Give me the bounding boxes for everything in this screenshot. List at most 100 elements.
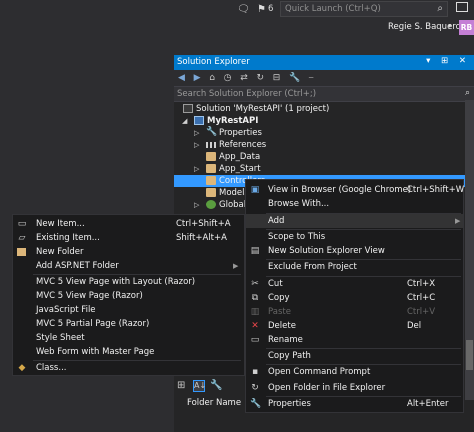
delete-icon: ✕ xyxy=(251,321,259,331)
back-arrow-icon[interactable]: ◀ xyxy=(178,72,185,84)
properties-wrench-icon[interactable]: 🔧 xyxy=(289,72,300,84)
new-view-icon: ▤ xyxy=(250,246,260,256)
wrench-icon: 🔧 xyxy=(206,127,218,137)
collapsed-arrow-icon[interactable]: ▷ xyxy=(194,139,199,151)
submenu-arrow-icon: ▶ xyxy=(233,262,239,270)
menu-item-browse-with[interactable]: Browse With... xyxy=(246,197,463,211)
menu-item-label: Copy Path xyxy=(268,351,311,361)
history-icon[interactable]: ◷ xyxy=(224,72,232,84)
menu-item-new-solution-explorer-view[interactable]: ▤ New Solution Explorer View xyxy=(246,244,463,258)
menu-item-label: Open Command Prompt xyxy=(268,367,371,377)
menu-item-cut[interactable]: ✂ Cut Ctrl+X xyxy=(246,277,463,291)
menu-item-javascript-file[interactable]: JavaScript File xyxy=(13,303,244,317)
menu-item-rename[interactable]: ▭ Rename xyxy=(246,333,463,347)
menu-item-view-in-browser[interactable]: ▣ View in Browser (Google Chrome) Ctrl+S… xyxy=(246,183,464,197)
tree-item[interactable]: App_Data xyxy=(174,151,474,163)
menu-item-properties[interactable]: 🔧 Properties Alt+Enter xyxy=(246,397,463,411)
menu-item-add[interactable]: Add ▶ xyxy=(246,214,463,228)
refresh-icon[interactable]: ↻ xyxy=(256,72,264,84)
properties-toolbar: ⊞ A↓ 🔧 xyxy=(175,378,235,394)
menu-item-label: Browse With... xyxy=(268,199,330,209)
menu-item-label: JavaScript File xyxy=(36,305,96,315)
menu-item-delete[interactable]: ✕ Delete Del xyxy=(246,319,463,333)
menu-item-shortcut: Ctrl+Shift+A xyxy=(176,219,231,229)
menu-item-mvc5-view-page[interactable]: MVC 5 View Page (Razor) xyxy=(13,289,244,303)
search-icon: ⌕ xyxy=(437,3,443,14)
tree-item[interactable]: Models xyxy=(174,187,249,199)
property-name-label: Folder Name xyxy=(187,398,242,408)
folder-icon xyxy=(206,176,216,185)
tree-item[interactable]: ▷ Global. xyxy=(174,199,249,211)
menu-item-mvc5-view-page-with-layout[interactable]: MVC 5 View Page with Layout (Razor) xyxy=(13,275,244,289)
menu-item-existing-item[interactable]: ▱ Existing Item... Shift+Alt+A xyxy=(13,231,244,245)
menu-item-mvc5-partial-page[interactable]: MVC 5 Partial Page (Razor) xyxy=(13,317,244,331)
existing-item-icon: ▱ xyxy=(18,233,26,243)
tree-item[interactable]: ▷ References xyxy=(174,139,474,151)
copy-icon: ⧉ xyxy=(251,293,259,303)
search-solution-explorer-input[interactable]: Search Solution Explorer (Ctrl+;) ⌕ xyxy=(174,86,474,102)
menu-item-label: Existing Item... xyxy=(36,233,100,243)
vertical-scrollbar[interactable] xyxy=(465,100,474,400)
menu-item-label: Add ASP.NET Folder xyxy=(36,261,119,271)
tree-item[interactable]: ▷ 🔧 Properties xyxy=(174,127,474,139)
collapsed-arrow-icon[interactable]: ▷ xyxy=(194,199,199,211)
menu-item-shortcut: Ctrl+C xyxy=(407,293,436,303)
scrollbar-thumb[interactable] xyxy=(466,340,473,370)
tree-item-label: App_Start xyxy=(219,164,261,174)
search-icon: ⌕ xyxy=(464,88,470,98)
tree-item-label: Solution 'MyRestAPI' (1 project) xyxy=(196,104,330,114)
global-asax-icon xyxy=(206,200,216,209)
speech-bubble-icon[interactable]: 🗨 xyxy=(237,4,250,16)
menu-item-class[interactable]: ◆ Class... xyxy=(13,361,244,375)
menu-item-scope-to-this[interactable]: Scope to This xyxy=(246,230,463,244)
alphabetical-icon[interactable]: A↓ xyxy=(193,380,206,392)
collapsed-arrow-icon[interactable]: ▷ xyxy=(194,127,199,139)
collapse-all-icon[interactable]: ⊟ xyxy=(273,72,281,84)
categorized-icon[interactable]: ⊞ xyxy=(177,380,185,391)
panel-title: Solution Explorer xyxy=(177,57,250,67)
tree-item-label: Properties xyxy=(219,128,262,138)
new-item-icon: ▭ xyxy=(17,219,27,229)
tree-item[interactable]: Solution 'MyRestAPI' (1 project) xyxy=(174,103,474,115)
menu-item-label: New Folder xyxy=(36,247,84,257)
command-prompt-icon: ▪ xyxy=(251,367,259,377)
preview-icon[interactable]: ⎯ xyxy=(309,72,314,84)
menu-item-new-item[interactable]: ▭ New Item... Ctrl+Shift+A xyxy=(13,217,244,231)
menu-item-label: Class... xyxy=(36,363,67,373)
tree-item[interactable]: ▷ App_Start xyxy=(174,163,474,175)
forward-arrow-icon[interactable]: ▶ xyxy=(194,72,201,84)
menu-item-web-form-with-master-page[interactable]: Web Form with Master Page xyxy=(13,345,244,359)
menu-item-copy-path[interactable]: Copy Path xyxy=(246,349,463,363)
collapsed-arrow-icon[interactable]: ▷ xyxy=(194,163,199,175)
property-pages-icon[interactable]: 🔧 xyxy=(210,380,222,391)
panel-window-buttons[interactable]: ▾ ⊞ ✕ xyxy=(426,56,470,66)
chevron-down-icon[interactable]: ▾ xyxy=(448,22,452,30)
menu-item-paste[interactable]: ▥ Paste Ctrl+V xyxy=(246,305,463,319)
menu-item-style-sheet[interactable]: Style Sheet xyxy=(13,331,244,345)
quick-launch-input[interactable]: Quick Launch (Ctrl+Q) ⌕ xyxy=(280,1,448,17)
tree-item-label: App_Data xyxy=(219,152,261,162)
refresh-folder-icon: ↻ xyxy=(251,383,259,393)
menu-item-label: MVC 5 View Page with Layout (Razor) xyxy=(36,277,196,287)
tree-item-label: References xyxy=(219,140,267,150)
notification-count: 6 xyxy=(268,4,274,14)
menu-item-exclude-from-project[interactable]: Exclude From Project xyxy=(246,260,463,274)
flag-filter-icon[interactable]: ⚑ xyxy=(257,4,266,16)
menu-item-label: Cut xyxy=(268,279,283,289)
solution-explorer-toolbar: ◀ ▶ ⌂ ◷ ⇄ ↻ ⊟ 🔧 ⎯ xyxy=(174,70,474,86)
home-icon[interactable]: ⌂ xyxy=(209,72,215,84)
menu-item-label: Paste xyxy=(268,307,291,317)
menu-item-add-aspnet-folder[interactable]: Add ASP.NET Folder ▶ xyxy=(13,259,244,273)
menu-item-label: Properties xyxy=(268,399,311,409)
menu-item-shortcut: Shift+Alt+A xyxy=(176,233,227,243)
menu-item-copy[interactable]: ⧉ Copy Ctrl+C xyxy=(246,291,463,305)
sync-icon[interactable]: ⇄ xyxy=(240,72,248,84)
expanded-arrow-icon[interactable]: ◢ xyxy=(182,115,187,127)
menu-item-new-folder[interactable]: New Folder xyxy=(13,245,244,259)
restore-window-icon[interactable] xyxy=(456,2,468,12)
solution-explorer-title-bar[interactable]: Solution Explorer ▾ ⊞ ✕ xyxy=(174,55,474,70)
avatar[interactable]: RB xyxy=(459,20,474,35)
menu-item-open-command-prompt[interactable]: ▪ Open Command Prompt xyxy=(246,365,463,379)
menu-item-open-folder-in-file-explorer[interactable]: ↻ Open Folder in File Explorer xyxy=(246,381,463,395)
tree-item[interactable]: ◢ MyRestAPI xyxy=(174,115,474,127)
